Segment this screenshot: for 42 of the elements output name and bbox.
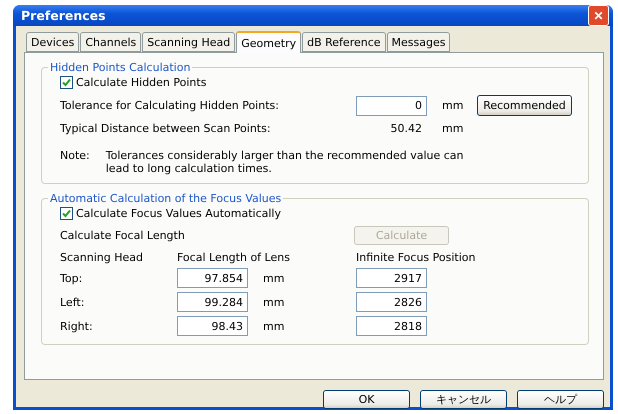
dialog-button[interactable]: ヘルプ <box>517 390 604 409</box>
checkbox-label[interactable]: Calculate Hidden Points <box>76 76 206 89</box>
group-title: Automatic Calculation of the Focus Values <box>49 192 282 205</box>
unit-label: mm <box>441 122 464 135</box>
focal-length-field[interactable]: 98.43 <box>177 316 248 336</box>
dialog-button[interactable]: OK <box>323 390 410 409</box>
column-header: Scanning Head <box>60 251 144 264</box>
column-header: Infinite Focus Position <box>356 251 476 264</box>
distance-value: 50.42 <box>390 122 423 135</box>
dialog-button[interactable]: キャンセル <box>420 390 507 409</box>
unit-label: mm <box>441 99 464 112</box>
unit-label: mm <box>262 320 286 332</box>
tab[interactable]: Messages <box>386 32 450 52</box>
recommended-button[interactable]: Recommended <box>477 95 572 116</box>
group-title: Hidden Points Calculation <box>49 61 192 74</box>
note-text: Tolerances considerably larger than the recommended value can lead to long calculation times. <box>106 149 464 175</box>
tolerance-field[interactable]: 0 <box>356 96 427 116</box>
close-button[interactable]: ✕ <box>588 5 609 26</box>
focus-position-field[interactable]: 2826 <box>356 292 427 312</box>
focal-length-field[interactable]: 97.854 <box>177 268 248 288</box>
row-label: Right: <box>60 320 94 332</box>
tab[interactable]: Scanning Head <box>142 32 236 52</box>
tab[interactable]: Geometry <box>236 31 302 53</box>
focal-length-field[interactable]: 99.284 <box>177 292 248 312</box>
checkbox[interactable] <box>60 207 73 220</box>
focus-position-field[interactable]: 2917 <box>356 268 427 288</box>
row-label: Top: <box>60 272 84 284</box>
unit-label: mm <box>262 296 286 308</box>
window-title: Preferences <box>21 8 106 23</box>
note-label: Note: <box>60 149 90 164</box>
checkbox[interactable] <box>60 76 73 89</box>
section-label: Calculate Focal Length <box>60 229 186 242</box>
tab[interactable]: Devices <box>26 32 80 52</box>
tab[interactable]: dB Reference <box>302 32 386 52</box>
field-label: Typical Distance between Scan Points: <box>60 122 272 135</box>
tab[interactable]: Channels <box>80 32 142 52</box>
column-header: Focal Length of Lens <box>177 251 291 264</box>
field-label: Tolerance for Calculating Hidden Points: <box>60 99 280 112</box>
checkbox-label[interactable]: Calculate Focus Values Automatically <box>76 207 281 220</box>
unit-label: mm <box>262 272 286 284</box>
row-label: Left: <box>60 296 86 308</box>
focus-position-field[interactable]: 2818 <box>356 316 427 336</box>
